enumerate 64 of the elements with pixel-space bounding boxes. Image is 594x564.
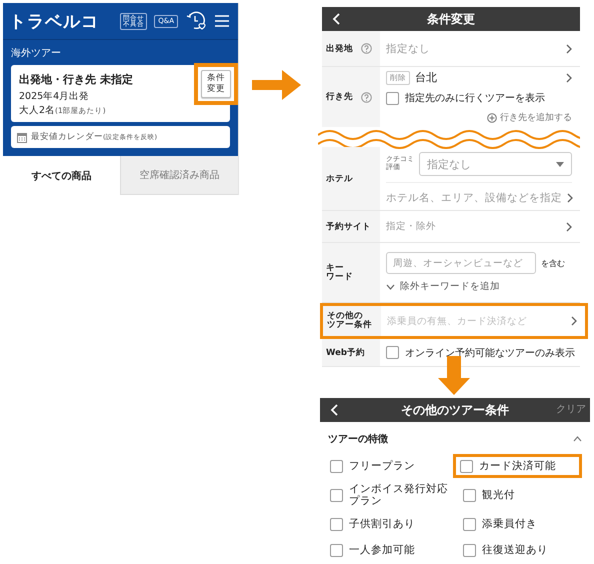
- hotel-selector[interactable]: ホテル名、エリア、設備などを指定: [386, 182, 572, 205]
- checkbox-label: 指定先のみに行くツアーを表示: [405, 92, 545, 105]
- chevron-down-icon: [386, 284, 395, 290]
- field-label: Web予約: [326, 346, 365, 358]
- checkbox[interactable]: [330, 488, 343, 502]
- checkbox[interactable]: [386, 92, 399, 104]
- checkbox-label: 添乗員付き: [482, 518, 538, 530]
- section-title: ツアーの特徴: [328, 432, 388, 446]
- back-icon[interactable]: [330, 404, 338, 416]
- chevron-right-icon: [566, 44, 572, 54]
- chevron-right-icon: [567, 193, 573, 203]
- plus-circle-icon: [487, 112, 497, 122]
- checkbox[interactable]: [463, 544, 476, 557]
- field-suffix: を含む: [541, 258, 565, 268]
- field-label: その他の ツアー条件: [327, 312, 372, 330]
- field-label: 出発地: [326, 42, 353, 54]
- field-label: 行き先: [326, 91, 353, 103]
- tab[interactable]: 空席確認済み商品: [121, 156, 238, 195]
- add-destination-link[interactable]: 行き先を追加する: [386, 111, 572, 124]
- checkbox[interactable]: [460, 460, 473, 472]
- checkbox-label: 子供割引あり: [349, 518, 416, 530]
- section-header[interactable]: ツアーの特徴: [320, 422, 590, 454]
- keyword-field[interactable]: 周遊、オーシャンビューなど: [386, 252, 536, 274]
- checkbox[interactable]: [463, 488, 476, 502]
- field-label: ホテル: [326, 172, 353, 184]
- checkbox-label: フリープラン: [349, 460, 416, 472]
- category-label: 海外ツアー: [11, 47, 62, 61]
- checkbox-label: 観光付: [482, 489, 516, 502]
- help-icon[interactable]: [361, 92, 372, 102]
- calendar-icon: [17, 132, 27, 142]
- chevron-right-icon: [571, 316, 577, 326]
- back-icon[interactable]: [332, 13, 340, 25]
- pointer-arrow: [252, 68, 302, 102]
- departure-month: 2025年4月出発: [19, 90, 90, 104]
- chevron-up-icon: [573, 436, 582, 442]
- app-logo: トラベルコ: [9, 10, 99, 32]
- rating-dropdown[interactable]: 指定なし: [419, 152, 572, 176]
- checkbox-label: 一人参加可能: [349, 544, 416, 556]
- field-label: キー ワード: [326, 264, 353, 282]
- clock-heart-icon[interactable]: [185, 11, 207, 31]
- chevron-right-icon: [566, 222, 572, 232]
- departure-selector[interactable]: 指定なし: [380, 31, 580, 66]
- menu-icon[interactable]: [214, 14, 230, 28]
- checkbox-label: インボイス発行対応プラン: [349, 483, 449, 508]
- screen-title: その他のツアー条件: [401, 402, 509, 418]
- booking-site-selector[interactable]: 指定・除外: [380, 211, 580, 242]
- checkbox[interactable]: [330, 460, 343, 472]
- add-exclude-keyword-link[interactable]: 除外キーワードを追加: [386, 280, 572, 293]
- checkbox-label: カード決済可能: [479, 460, 557, 472]
- screen-title: 条件変更: [427, 10, 475, 28]
- pointer-arrow: [437, 356, 471, 396]
- checkbox[interactable]: [463, 518, 476, 531]
- clear-button[interactable]: クリア: [556, 402, 586, 416]
- destination-value[interactable]: 台北: [415, 70, 437, 85]
- change-conditions-button[interactable]: 条件 変更: [201, 70, 231, 98]
- checkbox[interactable]: [330, 518, 343, 531]
- dropdown-caret-icon: [556, 162, 564, 166]
- summary-title: 出発地・行き先 未指定: [19, 72, 133, 87]
- field-label: 予約サイト: [326, 220, 371, 232]
- checkbox[interactable]: [330, 544, 343, 557]
- checkbox[interactable]: [386, 346, 399, 359]
- checkbox-label: 往復送迎あり: [482, 544, 549, 556]
- help-icon[interactable]: [361, 43, 372, 54]
- chevron-right-icon[interactable]: [566, 72, 572, 82]
